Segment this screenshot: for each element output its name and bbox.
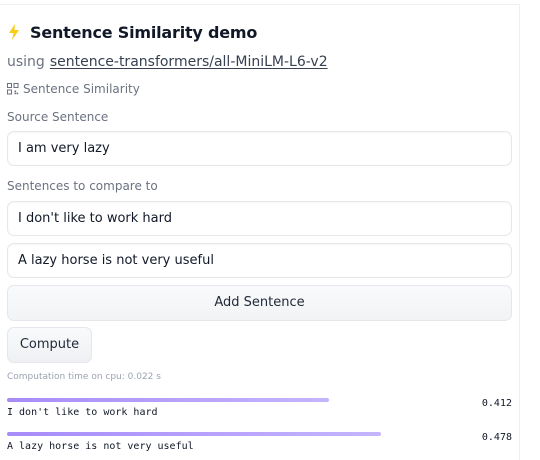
compare-sentences-label: Sentences to compare to — [7, 179, 158, 193]
task-info: Sentence Similarity — [7, 82, 140, 96]
result-score: 0.478 — [481, 432, 512, 443]
source-sentence-label: Source Sentence — [7, 110, 109, 124]
task-label: Sentence Similarity — [23, 82, 140, 96]
add-sentence-button[interactable]: Add Sentence — [7, 285, 512, 321]
widget-header: Sentence Similarity demo — [8, 20, 257, 44]
result-row: A lazy horse is not very useful 0.478 — [7, 430, 512, 460]
inference-widget: Sentence Similarity demo using sentence-t… — [0, 4, 520, 460]
score-bar — [7, 432, 381, 436]
result-score: 0.412 — [481, 398, 512, 409]
result-label: A lazy horse is not very useful — [7, 441, 194, 452]
result-row: I don't like to work hard 0.412 — [7, 396, 512, 430]
widget-title: Sentence Similarity demo — [30, 22, 258, 42]
task-grid-icon — [7, 83, 19, 95]
model-link[interactable]: sentence-transformers/all-MiniLM-L6-v2 — [50, 54, 328, 70]
source-sentence-input[interactable] — [7, 131, 512, 166]
model-prefix: using — [7, 54, 45, 70]
computation-time: Computation time on cpu: 0.022 s — [7, 372, 161, 382]
score-bar — [7, 398, 329, 402]
model-info: using sentence-transformers/all-MiniLM-L6… — [7, 54, 328, 70]
compare-sentence-input-2[interactable] — [7, 243, 512, 278]
result-label: I don't like to work hard — [7, 407, 158, 418]
compute-button[interactable]: Compute — [7, 327, 92, 363]
compare-sentence-input-1[interactable] — [7, 201, 512, 236]
lightning-bolt-icon — [8, 24, 20, 40]
results-list: I don't like to work hard 0.412 A lazy h… — [7, 396, 512, 460]
